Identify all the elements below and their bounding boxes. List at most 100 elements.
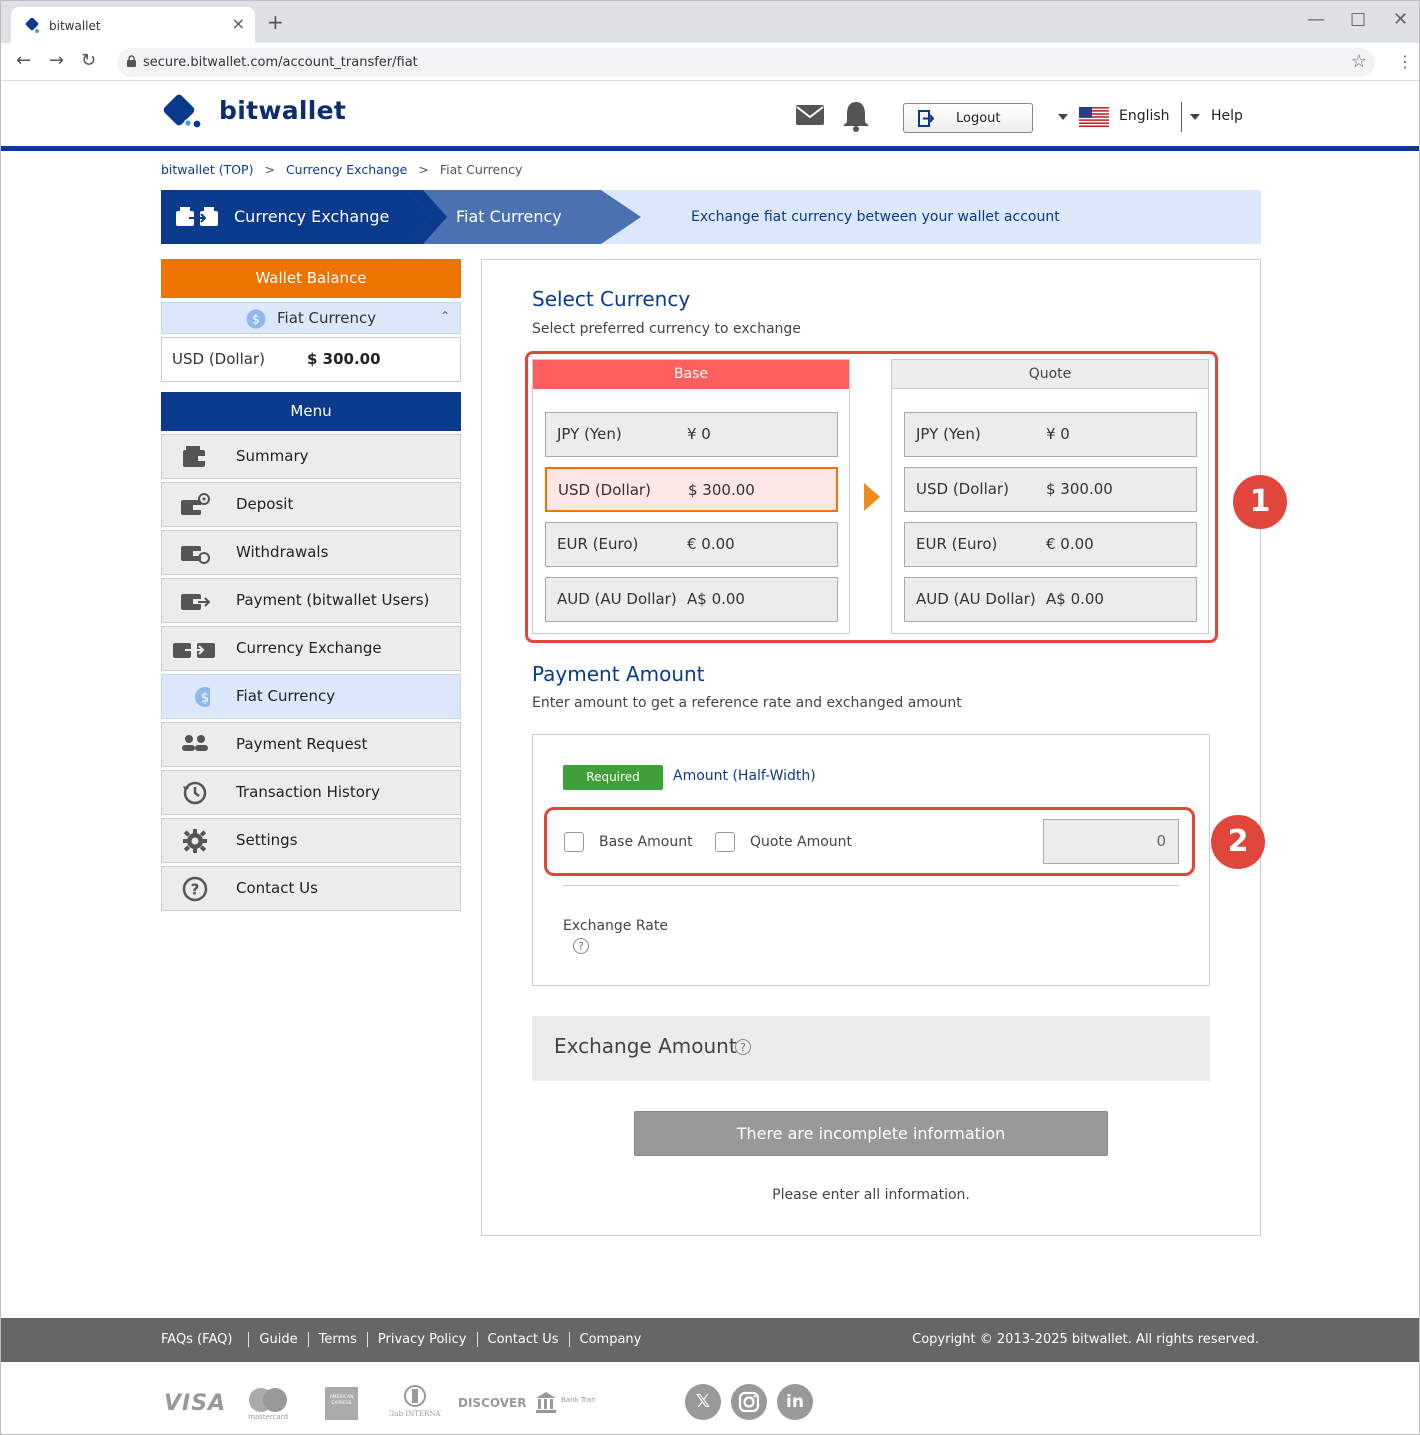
help-dropdown-icon[interactable] — [1190, 114, 1200, 120]
menu-label: Contact Us — [236, 879, 318, 897]
forward-icon[interactable]: → — [49, 50, 64, 71]
x-twitter-icon[interactable]: 𝕏 — [685, 1384, 721, 1420]
mastercard-logo: mastercard — [248, 1388, 288, 1421]
menu-item-summary[interactable]: Summary — [161, 434, 461, 479]
menu-item-fiat-currency[interactable]: $ Fiat Currency — [161, 674, 461, 719]
footer-link-privacy[interactable]: Privacy Policy — [366, 1332, 477, 1347]
withdraw-icon — [181, 546, 210, 564]
svg-text:$: $ — [201, 691, 209, 706]
balance-amount: $ 300.00 — [307, 350, 381, 368]
back-icon[interactable]: ← — [16, 50, 31, 71]
bookmark-star-icon[interactable]: ☆ — [1351, 51, 1367, 72]
language-dropdown-icon[interactable] — [1058, 114, 1068, 120]
currency-value: A$ 0.00 — [687, 590, 745, 608]
amount-label: Amount (Half-Width) — [673, 768, 816, 784]
logo-text: bitwallet — [219, 96, 347, 125]
breadcrumb-currency-exchange[interactable]: Currency Exchange — [286, 162, 407, 177]
quote-amount-checkbox[interactable] — [715, 832, 735, 852]
reload-icon[interactable]: ↻ — [81, 50, 96, 71]
currency-value: € 0.00 — [687, 535, 735, 553]
help-link[interactable]: Help — [1211, 108, 1243, 124]
question-icon: ? — [182, 876, 208, 902]
menu-heading: Menu — [161, 392, 461, 431]
quote-amount-label[interactable]: Quote Amount — [750, 834, 852, 850]
breadcrumb-sep: > — [264, 162, 275, 177]
base-option-eur[interactable]: EUR (Euro) € 0.00 — [545, 522, 838, 567]
exchange-amount-box: Exchange Amount ? — [532, 1016, 1210, 1081]
footer-link-faq[interactable]: FAQs (FAQ) — [161, 1332, 248, 1347]
currency-name: EUR (Euro) — [557, 535, 639, 553]
menu-item-withdrawals[interactable]: Withdrawals — [161, 530, 461, 575]
currency-value: € 0.00 — [1046, 535, 1094, 553]
quote-option-aud[interactable]: AUD (AU Dollar) A$ 0.00 — [904, 577, 1197, 622]
wallet-icon — [183, 446, 206, 467]
menu-item-payment-request[interactable]: Payment Request — [161, 722, 461, 767]
breadcrumb: bitwallet (TOP) > Currency Exchange > Fiat C… — [161, 162, 522, 177]
menu-item-contact-us[interactable]: ? Contact Us — [161, 866, 461, 911]
base-currency-column: Base JPY (Yen) ¥ 0 USD (Dollar) $ 300.00 E… — [532, 359, 850, 634]
currency-value: A$ 0.00 — [1046, 590, 1104, 608]
minimize-icon[interactable]: — — [1307, 9, 1325, 30]
footer-bar: FAQs (FAQ) Guide Terms Privacy Policy Co… — [1, 1318, 1419, 1362]
footer-links: FAQs (FAQ) Guide Terms Privacy Policy Co… — [161, 1332, 651, 1347]
menu-label: Transaction History — [236, 783, 380, 801]
copyright: Copyright © 2013-2025 bitwallet. All rig… — [912, 1332, 1259, 1347]
url-field[interactable]: secure.bitwallet.com/account_transfer/fi… — [117, 48, 1375, 77]
breadcrumb-top[interactable]: bitwallet (TOP) — [161, 162, 253, 177]
bank-transfer-text: Bank Transfer — [561, 1396, 595, 1404]
visa-logo: VISA — [164, 1391, 227, 1416]
maximize-icon[interactable]: ☐ — [1350, 10, 1366, 31]
currency-name: AUD (AU Dollar) — [557, 590, 677, 608]
help-question-icon[interactable]: ? — [735, 1039, 751, 1055]
base-option-jpy[interactable]: JPY (Yen) ¥ 0 — [545, 412, 838, 457]
submit-button[interactable]: There are incomplete information — [634, 1111, 1108, 1156]
linkedin-icon[interactable]: in — [777, 1384, 813, 1420]
logout-icon — [918, 110, 934, 127]
base-option-usd[interactable]: USD (Dollar) $ 300.00 — [545, 467, 838, 512]
quote-option-eur[interactable]: EUR (Euro) € 0.00 — [904, 522, 1197, 567]
mail-icon[interactable] — [796, 105, 824, 125]
footer-link-company[interactable]: Company — [568, 1332, 652, 1347]
footer-link-guide[interactable]: Guide — [248, 1332, 307, 1347]
currency-value: $ 300.00 — [1046, 480, 1113, 498]
language-selector[interactable]: English — [1119, 108, 1170, 124]
currency-name: USD (Dollar) — [558, 481, 651, 499]
notification-bell-icon[interactable] — [841, 100, 871, 132]
exchange-icon — [173, 643, 215, 658]
currency-name: USD (Dollar) — [916, 480, 1009, 498]
currency-value: ¥ 0 — [1046, 425, 1070, 443]
menu-item-settings[interactable]: Settings — [161, 818, 461, 863]
header-underline — [1, 146, 1419, 151]
annotation-badge-2: 2 — [1211, 815, 1265, 869]
logout-button[interactable]: Logout — [903, 103, 1033, 133]
close-tab-icon[interactable]: × — [232, 14, 245, 33]
footer-link-terms[interactable]: Terms — [307, 1332, 367, 1347]
menu-item-payment-users[interactable]: Payment (bitwallet Users) — [161, 578, 461, 623]
select-currency-title: Select Currency — [532, 287, 691, 311]
site-logo[interactable]: bitwallet — [161, 93, 361, 133]
base-option-aud[interactable]: AUD (AU Dollar) A$ 0.00 — [545, 577, 838, 622]
quote-option-usd[interactable]: USD (Dollar) $ 300.00 — [904, 467, 1197, 512]
fiat-balance-toggle[interactable]: $ Fiat Currency ⌃ — [161, 302, 461, 334]
step-banner: Currency Exchange Fiat Currency Exchange… — [161, 190, 1261, 244]
us-flag-icon — [1079, 107, 1109, 127]
menu-item-deposit[interactable]: Deposit — [161, 482, 461, 527]
help-question-icon[interactable]: ? — [573, 938, 589, 954]
discover-logo: DISCOVER — [458, 1396, 527, 1410]
breadcrumb-current: Fiat Currency — [439, 162, 523, 177]
dollar-circle-icon: $ — [246, 309, 266, 329]
new-tab-icon[interactable]: + — [267, 10, 284, 34]
browser-tab[interactable]: bitwallet × — [11, 7, 255, 43]
menu-item-transaction-history[interactable]: Transaction History — [161, 770, 461, 815]
wallet-balance-heading: Wallet Balance — [161, 259, 461, 298]
amount-input[interactable]: 0 — [1043, 819, 1179, 864]
close-window-icon[interactable]: ✕ — [1393, 9, 1408, 30]
base-amount-checkbox[interactable] — [564, 832, 584, 852]
menu-item-currency-exchange[interactable]: Currency Exchange — [161, 626, 461, 671]
quote-option-jpy[interactable]: JPY (Yen) ¥ 0 — [904, 412, 1197, 457]
browser-menu-icon[interactable]: ⋮ — [1397, 52, 1413, 71]
base-amount-label[interactable]: Base Amount — [599, 834, 693, 850]
footer-link-contact[interactable]: Contact Us — [476, 1332, 569, 1347]
instagram-icon[interactable] — [731, 1384, 767, 1420]
diners-text: Diners Club INTERNATIONAL — [389, 1410, 441, 1418]
